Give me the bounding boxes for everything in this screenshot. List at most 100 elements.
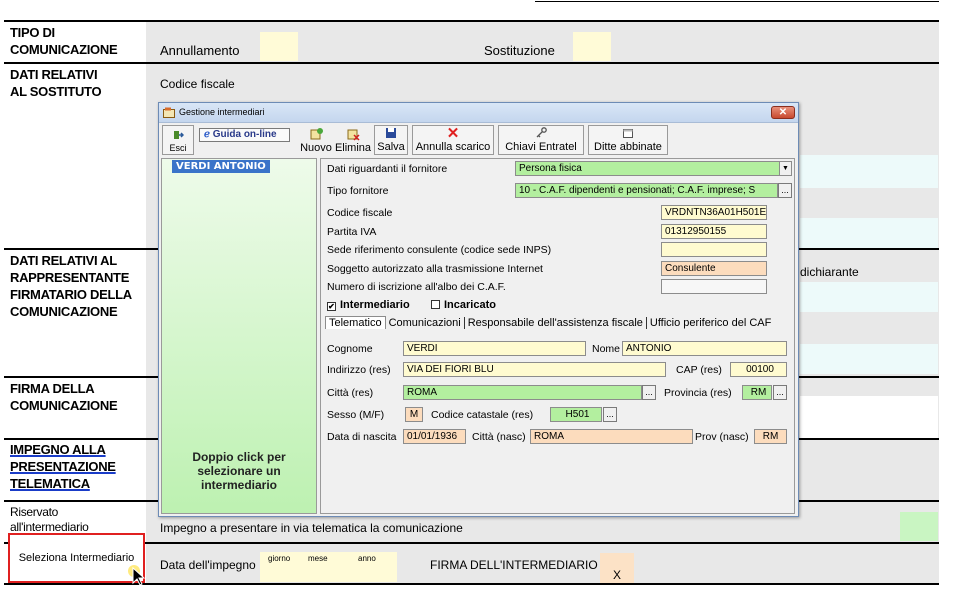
window-icon <box>621 126 635 140</box>
citta-label: Città (res) <box>327 387 374 399</box>
chevron-down-icon: ▼ <box>779 162 791 175</box>
list-hint: Doppio click per selezionare un intermed… <box>192 450 286 492</box>
sostituto-field[interactable] <box>800 155 938 188</box>
annulla-scarico-button[interactable]: ✕ Annulla scarico <box>412 125 494 155</box>
impegno-checkbox[interactable] <box>900 512 938 541</box>
tab-comunicazioni[interactable]: Comunicazioni <box>385 317 465 329</box>
sostituto-field[interactable] <box>800 218 938 248</box>
tab-responsabile[interactable]: Responsabile dell'assistenza fiscale <box>464 317 647 329</box>
mouse-cursor-icon <box>128 565 146 586</box>
indirizzo-field[interactable]: VIA DEI FIORI BLU <box>403 362 666 377</box>
data-impegno-label: Data dell'impegno <box>160 558 256 572</box>
section-title-tipo: TIPO DI COMUNICAZIONE <box>10 25 118 57</box>
close-button[interactable]: ✕ <box>771 106 795 119</box>
catastale-browse-button[interactable]: ... <box>603 407 617 422</box>
citta-nasc-label: Città (nasc) <box>472 431 526 443</box>
sede-field[interactable] <box>661 242 767 257</box>
soggetto-field[interactable]: Consulente <box>661 261 767 276</box>
albo-label: Numero di iscrizione all'albo dei C.A.F. <box>327 281 506 293</box>
firma-field[interactable] <box>800 396 938 438</box>
fornitore-select[interactable]: Persona fisica ▼ <box>515 161 792 176</box>
sesso-field[interactable]: M <box>405 407 423 422</box>
tab-ufficio[interactable]: Ufficio periferico del CAF <box>647 317 774 329</box>
checkbox-checked-icon: ✔ <box>327 302 336 311</box>
cf-field[interactable]: VRDNTN36A01H501E <box>661 205 767 220</box>
impegno-text: Impegno a presentare in via telematica l… <box>160 521 463 535</box>
dichiarante-label: dichiarante <box>800 265 859 279</box>
section-title-riservato: Riservato all'intermediario <box>10 505 89 534</box>
tipo-fornitore-label: Tipo fornitore <box>327 185 389 197</box>
anno-label: anno <box>358 554 376 563</box>
tipo-fornitore-field[interactable]: 10 - C.A.F. dipendenti e pensionati; C.A… <box>515 183 778 198</box>
provincia-field[interactable]: RM <box>742 385 772 400</box>
citta-field[interactable]: ROMA <box>403 385 642 400</box>
dialog-titlebar[interactable]: Gestione intermediari ✕ <box>159 103 798 123</box>
mese-label: mese <box>308 554 328 563</box>
provincia-label: Provincia (res) <box>664 387 732 399</box>
tipo-fornitore-browse-button[interactable]: ... <box>778 183 792 198</box>
salva-button[interactable]: Salva <box>374 125 408 155</box>
codice-fiscale-label: Codice fiscale <box>160 77 235 91</box>
app-icon <box>163 107 175 118</box>
cognome-field[interactable]: VERDI <box>403 341 586 356</box>
intermediario-checkbox[interactable]: ✔ Intermediario <box>327 299 410 311</box>
catastale-label: Codice catastale (res) <box>431 409 534 421</box>
section-title-firma: FIRMA DELLA COMUNICAZIONE <box>10 381 118 413</box>
save-icon <box>384 126 398 140</box>
nascita-field[interactable]: 01/01/1936 <box>403 429 466 444</box>
prov-nasc-label: Prov (nasc) <box>695 431 749 443</box>
section-title-impegno[interactable]: IMPEGNO ALLA PRESENTAZIONE TELEMATICA <box>10 441 116 492</box>
tab-telematico[interactable]: Telematico <box>325 316 386 329</box>
albo-field[interactable] <box>661 279 767 294</box>
firma-intermediario-field[interactable]: X <box>600 553 634 583</box>
sesso-label: Sesso (M/F) <box>327 409 385 421</box>
giorno-label: giorno <box>268 554 291 563</box>
provincia-browse-button[interactable]: ... <box>773 385 787 400</box>
nome-label: Nome <box>592 343 621 355</box>
cognome-label: Cognome <box>327 343 373 355</box>
esci-button[interactable]: Esci <box>162 125 194 155</box>
section-title-rappresentante: DATI RELATIVI AL RAPPRESENTANTE FIRMATARI… <box>10 253 132 319</box>
cap-label: CAP (res) <box>676 364 722 376</box>
details-pane: Dati riguardanti il fornitore Persona fi… <box>320 158 795 514</box>
nuovo-button[interactable]: Nuovo <box>300 125 332 155</box>
citta-browse-button[interactable]: ... <box>642 385 656 400</box>
key-icon <box>534 126 548 140</box>
rappresentante-field[interactable] <box>800 344 938 374</box>
catastale-field[interactable]: H501 <box>550 407 602 422</box>
help-icon: ℯ <box>204 129 213 140</box>
section-title-sostituto: DATI RELATIVI AL SOSTITUTO <box>10 67 102 99</box>
dialog-title: Gestione intermediari <box>179 107 265 117</box>
gestione-intermediari-dialog: Gestione intermediari ✕ Esci ℯ Guida on-… <box>158 102 799 517</box>
details-tabs: Telematico Comunicazioni Responsabile dell… <box>325 316 774 333</box>
prov-nasc-field[interactable]: RM <box>754 429 787 444</box>
cap-field[interactable]: 00100 <box>730 362 787 377</box>
nascita-label: Data di nascita <box>327 431 397 443</box>
sostituzione-box[interactable] <box>573 32 611 61</box>
rappresentante-field[interactable] <box>800 282 938 312</box>
indirizzo-label: Indirizzo (res) <box>327 364 391 376</box>
chiavi-entratel-button[interactable]: Chiavi Entratel <box>498 125 584 155</box>
incaricato-checkbox[interactable]: Incaricato <box>431 299 496 311</box>
dialog-toolbar: Esci ℯ Guida on-line Nuovo Elimina Salva… <box>159 124 798 157</box>
exit-icon <box>171 128 185 142</box>
sede-label: Sede riferimento consulente (codice sede… <box>327 244 552 256</box>
new-icon <box>309 127 323 141</box>
delete-icon <box>346 127 360 141</box>
sostituzione-label: Sostituzione <box>484 43 555 58</box>
seleziona-intermediario-button[interactable]: Seleziona Intermediario <box>8 533 145 583</box>
piva-field[interactable]: 01312950155 <box>661 224 767 239</box>
nome-field[interactable]: ANTONIO <box>622 341 787 356</box>
annullamento-box[interactable] <box>260 32 298 61</box>
soggetto-label: Soggetto autorizzato alla trasmissione I… <box>327 263 543 275</box>
cf-label: Codice fiscale <box>327 207 393 219</box>
fornitore-label: Dati riguardanti il fornitore <box>327 163 448 175</box>
intermediari-list[interactable]: VERDI ANTONIO Doppio click per seleziona… <box>161 158 317 514</box>
elimina-button[interactable]: Elimina <box>334 125 372 155</box>
list-item-selected[interactable]: VERDI ANTONIO <box>172 160 270 173</box>
ditte-abbinate-button[interactable]: Ditte abbinate <box>588 125 668 155</box>
guida-online-button[interactable]: ℯ Guida on-line <box>199 128 290 142</box>
citta-nasc-field[interactable]: ROMA <box>530 429 693 444</box>
close-icon: ✕ <box>778 107 788 118</box>
top-rule <box>535 1 939 2</box>
